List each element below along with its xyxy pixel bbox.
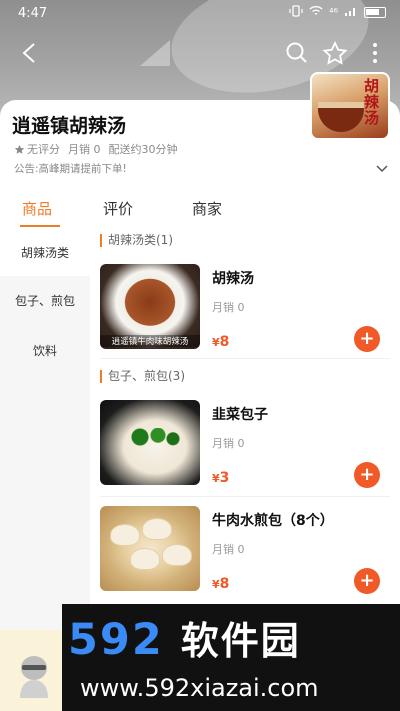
star-icon (322, 41, 348, 65)
shop-meta: 无评分 月销 0 配送约30分钟 (14, 141, 178, 157)
price-value: 3 (219, 470, 230, 486)
item-image-caption: 逍遥镇牛肉味胡辣汤 (100, 335, 200, 347)
divider (100, 496, 390, 497)
item-image[interactable] (100, 400, 200, 485)
star-icon (14, 144, 25, 154)
item-name[interactable]: 韭菜包子 (212, 404, 268, 424)
rating-text: 无评分 (27, 143, 60, 156)
watermark-logo: 592 软件园 (68, 610, 301, 665)
tab-goods[interactable]: 商品 (22, 198, 52, 219)
chevron-down-icon (376, 165, 388, 173)
currency-symbol: ¥ (212, 578, 220, 591)
price-value: 8 (219, 576, 230, 592)
plus-icon: + (359, 570, 375, 591)
sidebar-item-hot-soup[interactable]: 胡辣汤类 (0, 230, 90, 276)
shop-logo-text: 胡辣汤 (362, 78, 380, 126)
dumpling-shape (130, 548, 160, 570)
mascot-icon (14, 652, 54, 700)
shop-rating: 无评分 (14, 141, 60, 157)
watermark-number: 592 (68, 615, 164, 665)
category-header: 胡辣汤类(1) (100, 234, 173, 247)
menu-list: 胡辣汤类(1) 逍遥镇牛肉味胡辣汤 胡辣汤 月销 0 ¥8 + 包子、煎包(3)… (90, 230, 400, 630)
menu-item: 牛肉水煎包（8个） 月销 0 ¥8 + (100, 506, 390, 598)
chive-garnish (122, 428, 182, 446)
sidebar-item-buns[interactable]: 包子、煎包 (0, 278, 90, 324)
back-button[interactable] (14, 38, 44, 68)
plus-icon: + (359, 464, 375, 485)
divider (100, 358, 390, 359)
dumpling-shape (110, 524, 140, 546)
active-tab-indicator (20, 225, 60, 227)
chevron-left-icon (22, 43, 35, 63)
status-icons: ⁴⁶ (289, 5, 386, 20)
shop-logo: 胡辣汤 (310, 72, 390, 140)
category-sidebar: 胡辣汤类 包子、煎包 饮料 (0, 230, 90, 630)
notice-expand-button[interactable] (376, 158, 388, 177)
add-to-cart-button[interactable]: + (354, 326, 380, 352)
category-header: 包子、煎包(3) (100, 370, 185, 383)
wifi-icon (309, 5, 323, 20)
item-image[interactable]: 逍遥镇牛肉味胡辣汤 (100, 264, 200, 349)
plus-icon: + (359, 328, 375, 349)
shop-tabs: 商品 评价 商家 (0, 190, 400, 230)
shop-notice: 公告:高峰期请提前下单! (14, 163, 127, 175)
item-sales: 月销 0 (212, 301, 245, 314)
currency-symbol: ¥ (212, 336, 220, 349)
item-price: ¥3 (212, 470, 229, 486)
price-value: 8 (219, 334, 230, 350)
header-decoration (140, 40, 170, 66)
tab-merchant[interactable]: 商家 (192, 198, 222, 219)
more-options-button[interactable] (360, 38, 390, 68)
item-image[interactable] (100, 506, 200, 591)
item-sales: 月销 0 (212, 543, 245, 556)
menu-item: 逍遥镇牛肉味胡辣汤 胡辣汤 月销 0 ¥8 + (100, 264, 390, 356)
watermark-brand: 软件园 (180, 619, 301, 663)
tab-reviews[interactable]: 评价 (103, 198, 133, 219)
dumpling-shape (142, 518, 172, 540)
item-name[interactable]: 胡辣汤 (212, 268, 254, 288)
shop-monthly-sales: 月销 0 (68, 143, 101, 156)
add-to-cart-button[interactable]: + (354, 462, 380, 488)
search-button[interactable] (282, 38, 312, 68)
status-time: 4:47 (18, 6, 48, 21)
item-price: ¥8 (212, 334, 229, 350)
vibrate-icon (289, 5, 303, 20)
status-bar: 4:47 ⁴⁶ (0, 0, 400, 28)
delivery-time: 配送约30分钟 (108, 143, 178, 156)
currency-symbol: ¥ (212, 472, 220, 485)
favorite-button[interactable] (320, 38, 350, 68)
menu-item: 韭菜包子 月销 0 ¥3 + (100, 400, 390, 492)
battery-icon (364, 7, 386, 18)
item-name[interactable]: 牛肉水煎包（8个） (212, 510, 334, 530)
more-vertical-icon (373, 43, 377, 63)
soup-bowl-image (318, 102, 364, 132)
network-type-label: ⁴⁶ (329, 6, 338, 19)
item-price: ¥8 (212, 576, 229, 592)
add-to-cart-button[interactable]: + (354, 568, 380, 594)
search-icon (286, 42, 307, 63)
item-sales: 月销 0 (212, 437, 245, 450)
watermark-banner: 592 软件园 www.592xiazai.com (62, 604, 400, 711)
signal-icon (344, 5, 358, 20)
sidebar-item-drinks[interactable]: 饮料 (0, 328, 90, 374)
dumpling-shape (162, 544, 192, 566)
watermark-url: www.592xiazai.com (80, 674, 319, 702)
shop-name: 逍遥镇胡辣汤 (12, 115, 127, 137)
